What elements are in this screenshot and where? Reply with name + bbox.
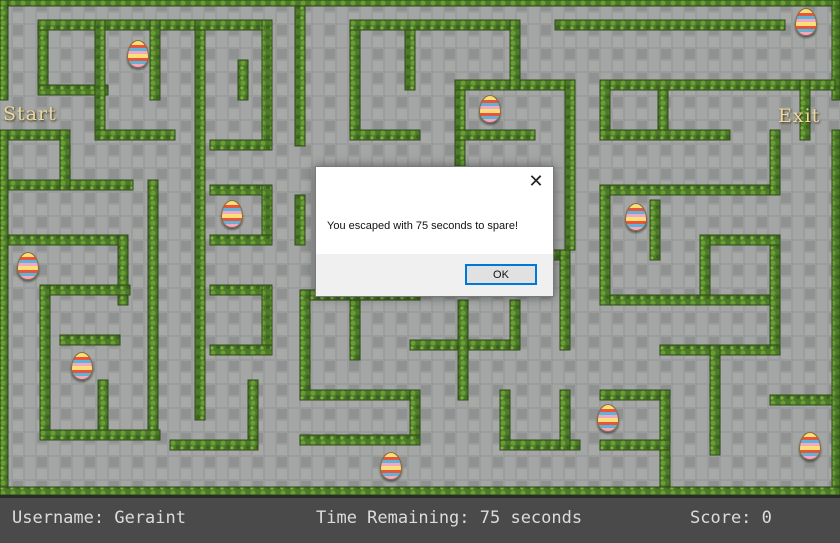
- easter-egg[interactable]: [17, 252, 39, 280]
- easter-egg[interactable]: [479, 95, 501, 123]
- easter-egg[interactable]: [625, 203, 647, 231]
- dialog-footer: OK: [316, 254, 553, 296]
- username-label: Username: Geraint: [12, 508, 186, 528]
- dialog-message: You escaped with 75 seconds to spare!: [327, 220, 519, 232]
- easter-egg[interactable]: [799, 432, 821, 460]
- ok-button[interactable]: OK: [465, 264, 537, 285]
- close-icon[interactable]: ✕: [525, 171, 547, 193]
- start-label: Start: [3, 103, 57, 125]
- easter-egg[interactable]: [71, 352, 93, 380]
- score-label: Score: 0: [690, 508, 772, 528]
- easter-egg[interactable]: [597, 404, 619, 432]
- easter-egg[interactable]: [221, 200, 243, 228]
- time-remaining-label: Time Remaining: 75 seconds: [316, 508, 583, 528]
- message-dialog: ✕ You escaped with 75 seconds to spare! …: [315, 166, 554, 297]
- status-bar: Username: Geraint Time Remaining: 75 sec…: [0, 495, 840, 543]
- easter-egg[interactable]: [127, 40, 149, 68]
- easter-egg[interactable]: [380, 452, 402, 480]
- exit-label: Exit: [778, 105, 821, 127]
- easter-egg[interactable]: [795, 8, 817, 36]
